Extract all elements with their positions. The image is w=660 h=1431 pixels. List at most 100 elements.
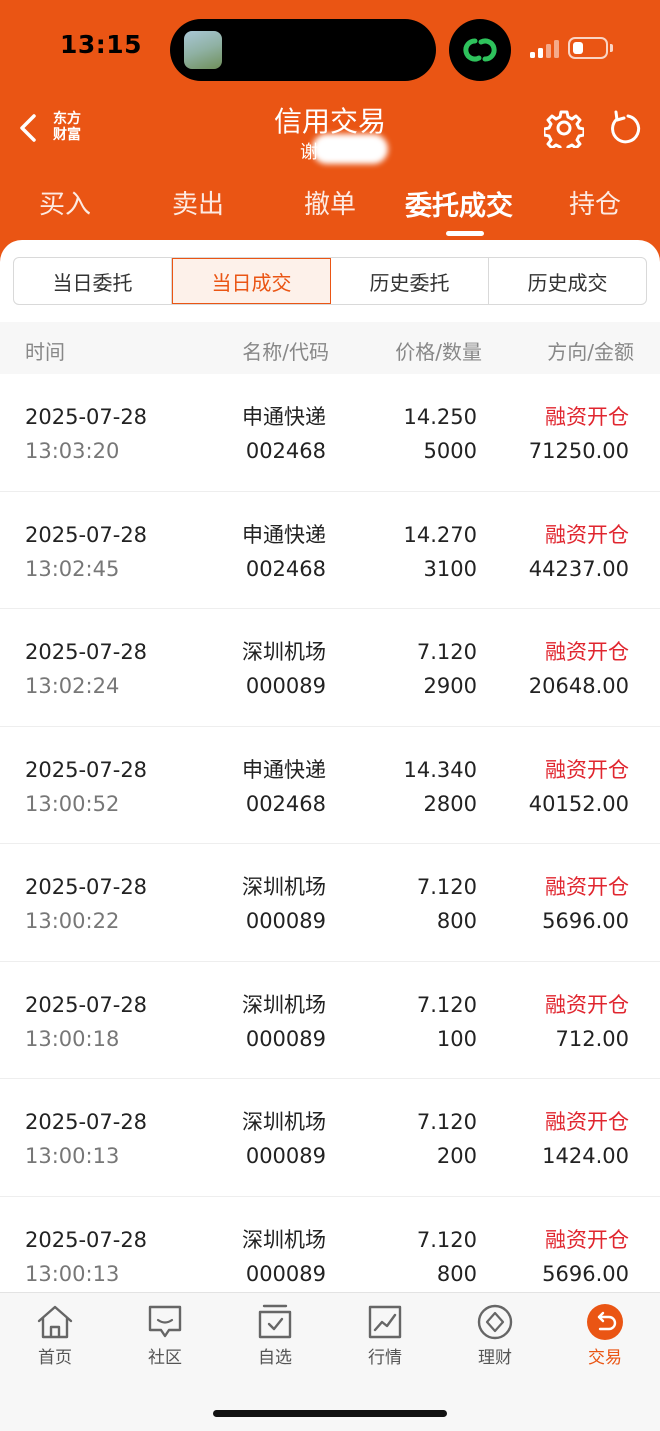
trade-quantity: 2800 bbox=[423, 791, 477, 816]
trade-direction: 融资开仓 bbox=[545, 1110, 629, 1134]
stock-name: 深圳机场 bbox=[242, 875, 326, 899]
trade-time: 13:00:22 bbox=[25, 909, 120, 933]
trade-amount: 1424.00 bbox=[542, 1144, 629, 1168]
trade-date: 2025-07-28 bbox=[25, 640, 148, 664]
table-row[interactable]: 2025-07-28 13:02:45 申通快递 002468 14.270 3… bbox=[0, 492, 660, 609]
trade-date: 2025-07-28 bbox=[25, 757, 148, 782]
tab-buy[interactable]: 买入 bbox=[39, 184, 91, 221]
trade-price: 7.120 bbox=[416, 875, 477, 899]
content-panel: 当日委托 当日成交 历史委托 历史成交 时间 名称/代码 价格/数量 方向/金额… bbox=[0, 240, 660, 1292]
table-row[interactable]: 2025-07-28 13:00:22 深圳机场 000089 7.120 80… bbox=[0, 844, 660, 962]
stock-name: 深圳机场 bbox=[242, 1110, 326, 1134]
trade-date: 2025-07-28 bbox=[25, 992, 148, 1017]
table-row[interactable]: 2025-07-28 13:00:13 深圳机场 000089 7.120 80… bbox=[0, 1197, 660, 1293]
back-arrow-icon[interactable] bbox=[14, 108, 44, 148]
trade-quantity: 800 bbox=[436, 1261, 477, 1286]
refresh-icon[interactable] bbox=[606, 108, 644, 148]
header-time: 时间 bbox=[25, 340, 65, 364]
stock-code: 000089 bbox=[245, 674, 326, 698]
trade-time: 13:00:13 bbox=[25, 1144, 120, 1168]
trade-quantity: 100 bbox=[436, 1026, 477, 1051]
trade-price: 7.120 bbox=[416, 640, 477, 664]
tab-watchlist[interactable]: 自选 bbox=[235, 1303, 315, 1369]
segment-today-orders[interactable]: 当日委托 bbox=[14, 258, 172, 304]
trade-date: 2025-07-28 bbox=[25, 1110, 148, 1134]
trade-direction: 融资开仓 bbox=[545, 992, 629, 1017]
table-row[interactable]: 2025-07-28 13:00:13 深圳机场 000089 7.120 20… bbox=[0, 1079, 660, 1197]
table-row[interactable]: 2025-07-28 13:02:24 深圳机场 000089 7.120 29… bbox=[0, 609, 660, 727]
tab-home[interactable]: 首页 bbox=[15, 1303, 95, 1369]
header-direction-amount: 方向/金额 bbox=[547, 340, 634, 364]
home-icon bbox=[37, 1305, 73, 1339]
trade-direction: 融资开仓 bbox=[545, 875, 629, 899]
trade-price: 7.120 bbox=[416, 1227, 477, 1252]
stock-name: 申通快递 bbox=[242, 757, 326, 782]
stock-name: 深圳机场 bbox=[242, 640, 326, 664]
stock-code: 000089 bbox=[245, 1144, 326, 1168]
trade-amount: 20648.00 bbox=[528, 674, 629, 698]
trade-time: 13:02:24 bbox=[25, 674, 120, 698]
trade-quantity: 800 bbox=[436, 909, 477, 933]
trade-direction: 融资开仓 bbox=[545, 405, 629, 429]
tab-positions[interactable]: 持仓 bbox=[569, 184, 621, 221]
wechat-activity-icon[interactable] bbox=[449, 19, 511, 81]
status-bar: 13:15 bbox=[0, 0, 660, 100]
table-row[interactable]: 2025-07-28 13:00:18 深圳机场 000089 7.120 10… bbox=[0, 962, 660, 1079]
watchlist-icon bbox=[258, 1304, 292, 1339]
tab-community[interactable]: 社区 bbox=[125, 1303, 205, 1369]
table-row[interactable]: 2025-07-28 13:03:20 申通快递 002468 14.250 5… bbox=[0, 374, 660, 492]
trade-price: 7.120 bbox=[416, 1110, 477, 1134]
trade-quantity: 200 bbox=[436, 1144, 477, 1168]
trade-time: 13:03:20 bbox=[25, 439, 120, 463]
trade-date: 2025-07-28 bbox=[25, 522, 148, 547]
stock-code: 000089 bbox=[245, 909, 326, 933]
bottom-tab-bar: 首页 社区 自选 行情 理财 交易 bbox=[0, 1292, 660, 1431]
trade-amount: 71250.00 bbox=[528, 439, 629, 463]
diamond-icon bbox=[477, 1304, 513, 1340]
trade-price: 14.250 bbox=[403, 405, 477, 429]
segment-control: 当日委托 当日成交 历史委托 历史成交 bbox=[13, 257, 647, 305]
stock-code: 002468 bbox=[245, 791, 326, 816]
tab-trade[interactable]: 交易 bbox=[565, 1303, 645, 1369]
segment-history-trades[interactable]: 历史成交 bbox=[489, 258, 646, 304]
home-indicator[interactable] bbox=[213, 1410, 447, 1417]
trade-quantity: 5000 bbox=[423, 439, 477, 463]
segment-history-orders[interactable]: 历史委托 bbox=[331, 258, 489, 304]
trade-direction: 融资开仓 bbox=[545, 757, 629, 782]
trade-amount: 5696.00 bbox=[542, 909, 629, 933]
trade-time: 13:00:52 bbox=[25, 791, 120, 816]
table-header: 时间 名称/代码 价格/数量 方向/金额 bbox=[0, 322, 660, 374]
trade-amount: 44237.00 bbox=[528, 556, 629, 581]
battery-icon bbox=[568, 37, 608, 59]
active-tab-indicator bbox=[446, 231, 484, 236]
tab-cancel-order[interactable]: 撤单 bbox=[304, 184, 356, 221]
trade-direction: 融资开仓 bbox=[545, 522, 629, 547]
cellular-signal-icon bbox=[530, 40, 560, 58]
stock-code: 002468 bbox=[245, 556, 326, 581]
dynamic-island[interactable] bbox=[170, 19, 436, 81]
trade-date: 2025-07-28 bbox=[25, 875, 148, 899]
segment-today-trades[interactable]: 当日成交 bbox=[172, 258, 331, 304]
trade-amount: 40152.00 bbox=[528, 791, 629, 816]
trade-price: 7.120 bbox=[416, 992, 477, 1017]
trade-amount: 5696.00 bbox=[542, 1261, 629, 1286]
tab-wealth[interactable]: 理财 bbox=[455, 1303, 535, 1369]
stock-name: 深圳机场 bbox=[242, 1227, 326, 1252]
table-row[interactable]: 2025-07-28 13:00:52 申通快递 002468 14.340 2… bbox=[0, 727, 660, 844]
tab-orders-trades[interactable]: 委托成交 bbox=[405, 184, 513, 223]
trade-direction: 融资开仓 bbox=[545, 640, 629, 664]
tab-market[interactable]: 行情 bbox=[345, 1303, 425, 1369]
trade-icon bbox=[587, 1304, 623, 1340]
trade-date: 2025-07-28 bbox=[25, 405, 148, 429]
gear-icon[interactable] bbox=[544, 108, 584, 148]
eastmoney-logo: 东方 财富 bbox=[53, 111, 81, 143]
media-thumbnail bbox=[184, 31, 222, 69]
stock-code: 000089 bbox=[245, 1026, 326, 1051]
stock-name: 深圳机场 bbox=[242, 992, 326, 1017]
trade-direction: 融资开仓 bbox=[545, 1227, 629, 1252]
trade-price: 14.270 bbox=[403, 522, 477, 547]
trade-quantity: 2900 bbox=[423, 674, 477, 698]
trade-time: 13:02:45 bbox=[25, 556, 120, 581]
stock-code: 002468 bbox=[245, 439, 326, 463]
tab-sell[interactable]: 卖出 bbox=[172, 184, 224, 221]
